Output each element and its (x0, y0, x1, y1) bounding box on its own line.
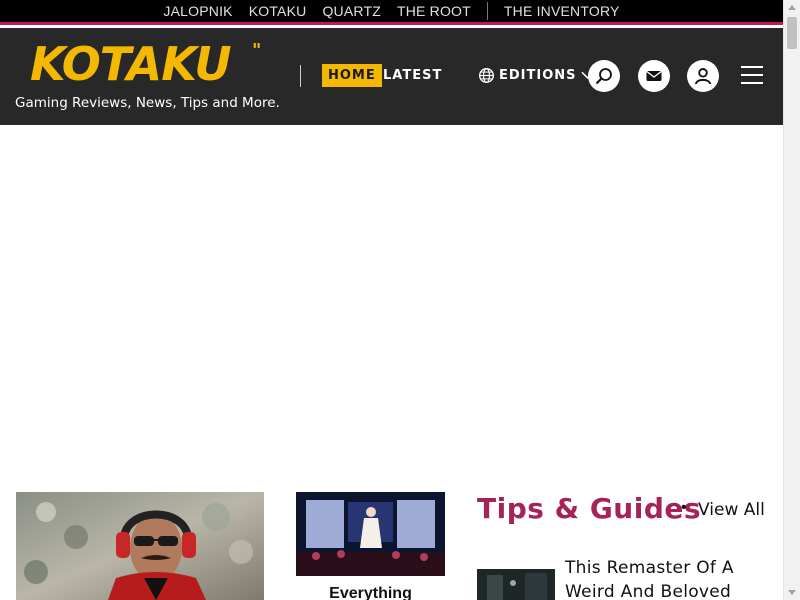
network-link-kotaku[interactable]: KOTAKU (241, 0, 315, 22)
network-link-quartz[interactable]: QUARTZ (314, 0, 389, 22)
secondary-story-image[interactable] (296, 492, 445, 576)
newsletter-button[interactable] (638, 60, 670, 92)
kotaku-logo[interactable]: KOTAKU " (30, 38, 270, 86)
hamburger-menu-icon[interactable] (741, 66, 763, 84)
editions-dropdown[interactable]: EDITIONS (478, 64, 594, 87)
ad-slot (0, 125, 783, 485)
guide-thumbnail[interactable] (477, 569, 555, 600)
network-link-jalopnik[interactable]: JALOPNIK (155, 0, 240, 22)
network-link-the-inventory[interactable]: THE INVENTORY (496, 0, 628, 22)
mail-icon (646, 70, 662, 81)
network-separator (486, 2, 488, 20)
search-icon (595, 68, 612, 85)
user-icon (695, 68, 711, 85)
tips-guides-heading[interactable]: Tips & Guides (477, 492, 701, 525)
header-divider (300, 65, 301, 87)
svg-text:": " (252, 40, 261, 61)
view-all-link[interactable]: View All (698, 500, 765, 520)
scroll-up-arrow[interactable] (788, 5, 796, 10)
featured-story-image[interactable] (16, 492, 264, 600)
nav-latest-link[interactable]: LATEST (383, 64, 442, 87)
logo-text: KOTAKU (30, 38, 231, 86)
site-tagline: Gaming Reviews, News, Tips and More. (15, 95, 280, 111)
editions-label: EDITIONS (499, 68, 577, 83)
vertical-scrollbar[interactable] (783, 0, 800, 600)
secondary-story-title[interactable]: Everything (296, 585, 445, 600)
scroll-down-arrow[interactable] (788, 590, 796, 595)
guide-title[interactable]: This Remaster Of A Weird And Beloved (565, 556, 765, 600)
account-button[interactable] (687, 60, 719, 92)
scroll-thumb[interactable] (787, 17, 797, 49)
site-header: KOTAKU " Gaming Reviews, News, Tips and … (0, 28, 783, 125)
search-button[interactable] (588, 60, 620, 92)
globe-icon (479, 68, 494, 83)
bullet-separator: • (681, 499, 687, 516)
nav-home-link[interactable]: HOME (322, 64, 382, 87)
network-link-the-root[interactable]: THE ROOT (389, 0, 479, 22)
network-bar: JALOPNIK KOTAKU QUARTZ THE ROOT THE INVE… (0, 0, 783, 25)
